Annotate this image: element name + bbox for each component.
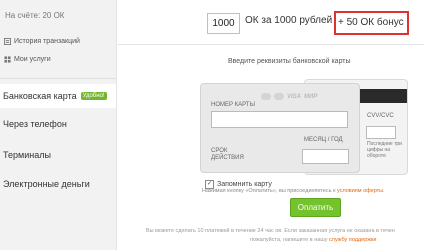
card-number-input[interactable]	[211, 111, 348, 128]
cvv-label: CVV/CVC	[367, 113, 394, 119]
price-text: ОК за 1000 рублей	[245, 15, 333, 26]
history-icon	[4, 38, 11, 45]
card-front: VISA МИР НОМЕР КАРТЫ СРОК ДЕЙСТВИЯ МЕСЯЦ…	[200, 83, 360, 173]
card-logos: VISA МИР	[261, 93, 317, 100]
method-terminals[interactable]: Терминалы	[0, 143, 116, 167]
remember-label: Запомнить карту	[217, 181, 272, 188]
mir-logo: МИР	[304, 93, 318, 100]
footer-note: Вы можете сделать 10 платежей в течение …	[146, 228, 395, 234]
method-bank-card[interactable]: Банковская карта Удобно!	[0, 84, 116, 108]
sidebar-divider	[0, 78, 116, 79]
method-phone[interactable]: Через телефон	[0, 112, 116, 136]
transaction-history-link[interactable]: История транзакций	[4, 38, 80, 45]
card-form-title: Введите реквизиты банковской карты	[228, 58, 351, 65]
expiry-input[interactable]	[302, 149, 349, 164]
services-icon	[4, 56, 11, 63]
support-link[interactable]: службу поддержки	[329, 237, 376, 243]
terms-link[interactable]: условиям оферты.	[337, 188, 385, 194]
cvv-note: Последние три цифры на обороте	[367, 141, 402, 159]
method-bank-card-label: Банковская карта	[3, 91, 77, 101]
method-terminals-label: Терминалы	[3, 150, 51, 160]
cvv-input[interactable]	[366, 126, 396, 139]
method-e-money-label: Электронные деньги	[3, 179, 90, 189]
method-phone-label: Через телефон	[3, 119, 67, 129]
terms-note: Нажимая кнопку «Оплатить», вы присоединя…	[202, 188, 385, 194]
bonus-highlight: + 50 ОК бонус	[334, 11, 409, 35]
card-number-label: НОМЕР КАРТЫ	[211, 102, 255, 108]
pay-button[interactable]: Оплатить	[290, 198, 341, 217]
my-services-label: Мои услуги	[14, 56, 51, 63]
expiry-month-year-label: МЕСЯЦ / ГОД	[304, 137, 343, 143]
sidebar: На счёте: 20 ОК История транзакций Мои у…	[0, 0, 117, 250]
footer-note-2: пожалуйста, напишите в нашу службу подде…	[250, 237, 376, 243]
mastercard-logo-icon	[274, 93, 284, 100]
amount-field[interactable]: 1000	[207, 13, 240, 34]
header-divider	[118, 44, 424, 45]
my-services-link[interactable]: Мои услуги	[4, 56, 51, 63]
convenient-badge: Удобно!	[80, 92, 107, 100]
footer-note-2-text: пожалуйста, напишите в нашу	[250, 237, 328, 243]
expiry-label: СРОК ДЕЙСТВИЯ	[211, 148, 244, 161]
method-e-money[interactable]: Электронные деньги	[0, 172, 116, 196]
terms-text: Нажимая кнопку «Оплатить», вы присоединя…	[202, 188, 336, 194]
balance-text: На счёте: 20 ОК	[5, 11, 65, 20]
transaction-history-label: История транзакций	[14, 38, 80, 45]
maestro-logo-icon	[261, 93, 271, 100]
visa-logo: VISA	[287, 93, 302, 100]
